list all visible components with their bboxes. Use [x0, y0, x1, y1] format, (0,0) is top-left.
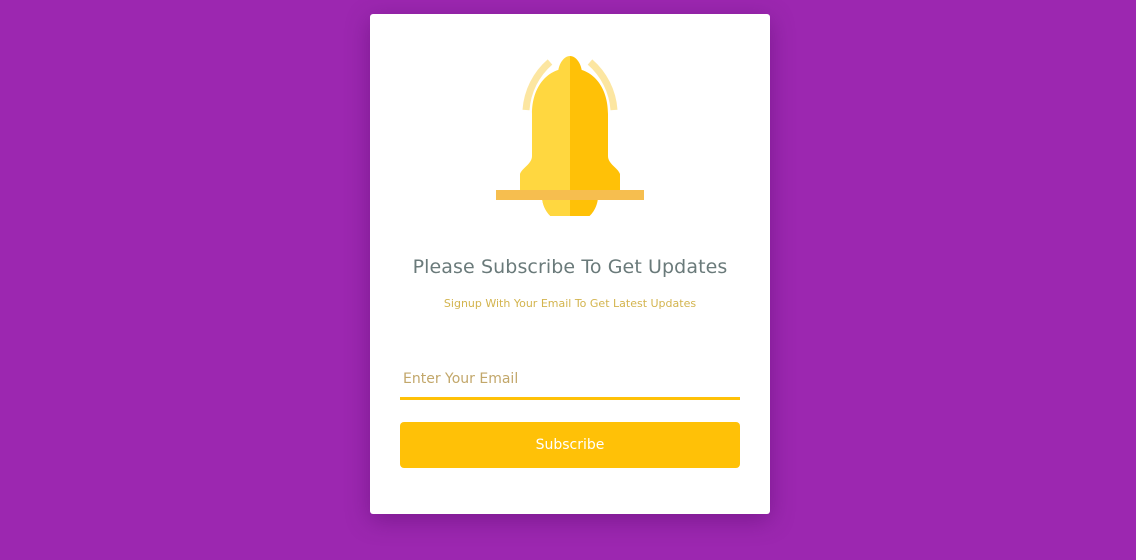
subscribe-button[interactable]: Subscribe — [400, 422, 740, 468]
subscribe-card: Please Subscribe To Get Updates Signup W… — [370, 14, 770, 514]
page-subtitle: Signup With Your Email To Get Latest Upd… — [443, 297, 697, 310]
email-field[interactable] — [400, 360, 740, 400]
page-title: Please Subscribe To Get Updates — [412, 256, 728, 278]
bell-icon — [496, 56, 644, 216]
